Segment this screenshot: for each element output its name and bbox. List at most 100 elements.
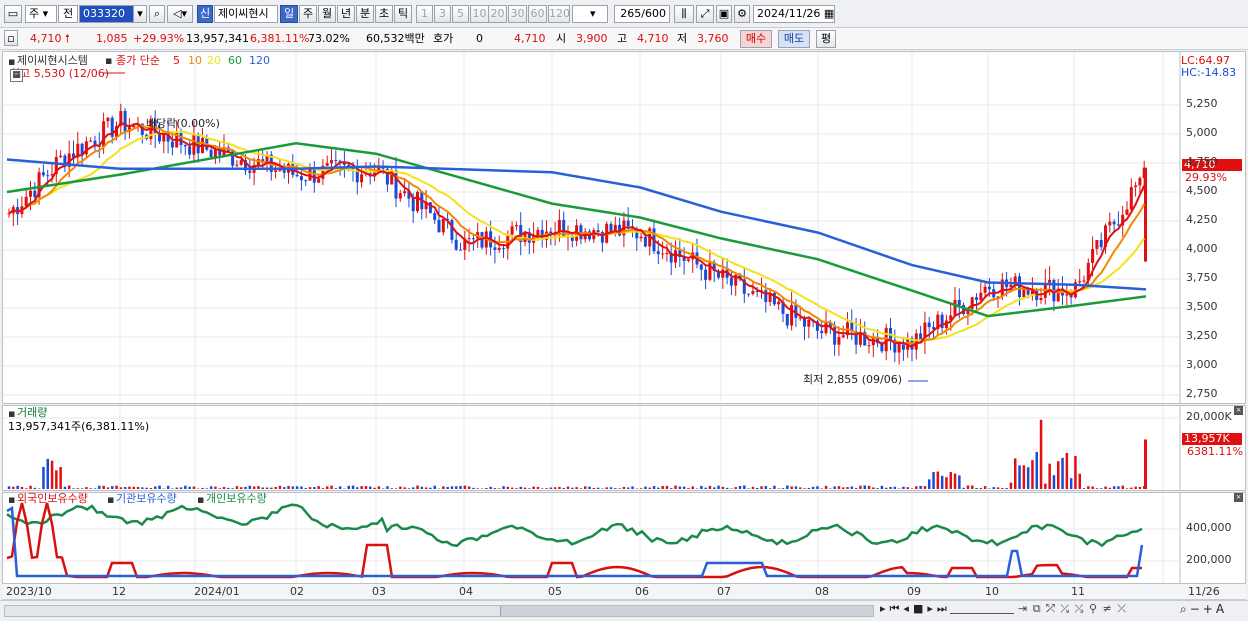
candle-body [1026,289,1030,295]
volume-bar [867,485,871,489]
quote-toggle-icon[interactable]: ▫ [4,30,18,46]
high-marker: 최고 5,530 (12/06) [10,67,110,80]
volume-bar [467,486,471,489]
holding-dot-icon-1: ▪ [107,493,115,506]
price-pane[interactable] [2,51,1246,404]
volume-bar [674,485,677,489]
volume-bar [553,487,557,489]
code-input[interactable]: 033320 [79,5,137,23]
volume-bar [1022,465,1026,489]
volume-bar [966,485,970,489]
minute-tab-60[interactable]: 60 [528,5,547,23]
layout-icon[interactable]: ▭ [4,5,22,23]
save-icon[interactable]: ▣ [716,5,732,23]
volume-bar [562,488,565,489]
holding-close-icon[interactable]: × [1234,493,1243,502]
volume-bar [790,486,793,489]
drawing-tools[interactable]: ⇥ ⧉ ⤱ ⤰ ⤯ ⚲ ≠ ⤫ [1018,602,1127,616]
volume-bar [687,488,690,489]
volume-title: 거래량 [17,406,48,419]
play-controls[interactable]: ▸⏮◂■▸⏭ [880,602,951,616]
pane-menu-icon[interactable]: ▦ [10,69,23,82]
period-tab-3[interactable]: 년 [337,5,355,23]
candle-body [1099,240,1103,248]
period-tab-1[interactable]: 주 [299,5,317,23]
volume-bar [16,485,19,489]
volume-bar [446,486,449,489]
count-input[interactable]: 265/600 [614,5,670,23]
minute-custom-select[interactable]: ▾ [572,5,608,23]
draw-icon[interactable]: ⤢ [696,5,714,23]
volume-bar [179,487,183,489]
volume-bar [248,485,252,489]
candle-body [304,180,308,182]
buy-button[interactable]: 매수 [740,30,772,48]
volume-close-icon[interactable]: × [1234,406,1243,415]
volume-bar [975,487,978,489]
period-tab-5[interactable]: 초 [375,5,393,23]
volume-bar [50,460,54,489]
volume-bar [252,486,256,489]
code-dropdown-icon[interactable]: ▾ [133,5,147,23]
candle-body [179,132,183,146]
volume-bar [532,486,535,489]
volume-bar [764,486,768,489]
minute-tab-30[interactable]: 30 [508,5,527,23]
volume-bar [1048,463,1051,489]
price-tick-0: 5,250 [1186,97,1218,110]
holding-pane[interactable] [2,492,1246,584]
volume-bar [175,487,178,489]
volume-bar [730,488,733,489]
period-tab-4[interactable]: 분 [356,5,374,23]
volume-bar [399,486,402,489]
volume-bar [1014,458,1017,489]
volume-bar [880,485,884,489]
market-select[interactable]: 주 ▾ [25,5,57,23]
candle-body [579,225,583,240]
candle-body [102,121,106,147]
volume-bar [541,488,544,489]
turnover: 73.02% [308,32,350,45]
volume-bar [338,486,342,489]
volume-bar [1082,488,1086,489]
date-input[interactable]: 2024/11/26 ▦ [753,5,835,23]
minute-tab-10[interactable]: 10 [470,5,489,23]
volume-pct-tag: 6381.11% [1187,445,1243,458]
period-tab-0[interactable]: 일 [280,5,298,23]
candle-body [454,239,458,250]
volume-bar [571,487,574,489]
volume-bar [498,488,501,489]
candle-body [897,344,901,353]
speaker-icon[interactable]: ◁▾ [167,5,193,23]
search-icon[interactable]: ⌕ [149,5,165,23]
eval-button[interactable]: 평 [816,30,836,48]
volume-bar [59,467,62,489]
volume-bar [721,486,725,489]
scroll-track[interactable] [4,605,874,617]
period-tab-6[interactable]: 틱 [394,5,412,23]
minute-tab-120[interactable]: 120 [548,5,570,23]
minute-tab-1[interactable]: 1 [416,5,433,23]
bid-value: 0 [476,32,483,45]
sell-button[interactable]: 매도 [778,30,810,48]
volume-bar [412,487,415,489]
volume-bar [123,487,127,489]
volume-pane[interactable] [2,405,1246,491]
zoom-slider[interactable] [950,606,1014,614]
candle-body [596,230,600,233]
zoom-icons[interactable]: ⌕−+A [1180,602,1227,617]
price-tick-2: 4,750 [1186,155,1218,168]
volume-bar [502,486,505,489]
minute-tab-3[interactable]: 3 [434,5,451,23]
candle-icon[interactable]: ⫼ [674,5,694,23]
period-tab-2[interactable]: 월 [318,5,336,23]
x-tick-9: 08 [815,585,829,598]
minute-tab-5[interactable]: 5 [452,5,469,23]
candle-body [957,299,961,305]
minute-tab-20[interactable]: 20 [488,5,507,23]
gear-icon[interactable]: ⚙ [734,5,750,23]
volume-bar [983,486,987,489]
candle-body [639,236,643,239]
scroll-thumb[interactable] [500,606,873,616]
volume-bar [996,487,1000,489]
